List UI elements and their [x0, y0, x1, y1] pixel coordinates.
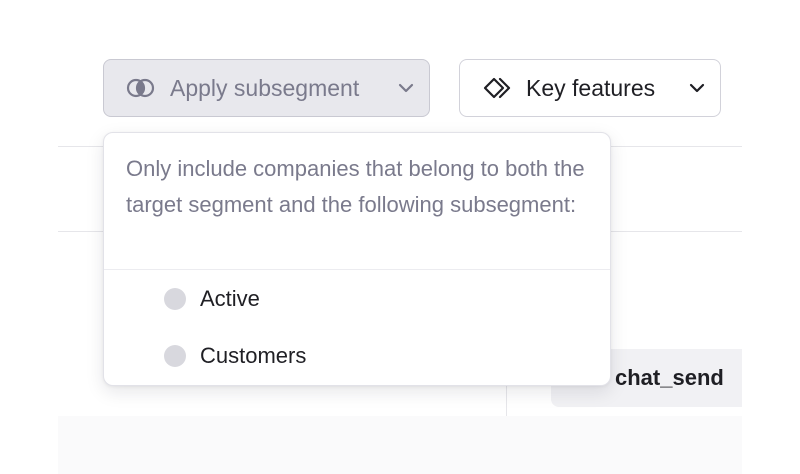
radio-button[interactable]	[164, 287, 186, 310]
subsegment-option-active[interactable]: Active	[104, 270, 610, 327]
diamond-code-icon	[482, 76, 512, 100]
chevron-down-icon	[688, 79, 706, 97]
overlapping-circles-icon	[126, 77, 156, 99]
column-divider	[506, 386, 507, 416]
subsegment-dropdown: Only include companies that belong to bo…	[103, 132, 611, 386]
chevron-down-icon	[397, 79, 415, 97]
dropdown-description: Only include companies that belong to bo…	[104, 133, 610, 270]
option-label: Customers	[200, 342, 307, 368]
bottom-panel	[58, 416, 742, 474]
key-features-label: Key features	[526, 74, 656, 101]
radio-button[interactable]	[164, 344, 186, 367]
option-label: Active	[200, 285, 260, 311]
subsegment-option-customers[interactable]: Customers	[104, 327, 610, 384]
apply-subsegment-button[interactable]: Apply subsegment	[103, 59, 430, 117]
page: king ▼ chat_send Apply subsegment	[0, 0, 800, 474]
apply-subsegment-label: Apply subsegment	[170, 74, 360, 101]
key-features-button[interactable]: Key features	[459, 59, 721, 117]
